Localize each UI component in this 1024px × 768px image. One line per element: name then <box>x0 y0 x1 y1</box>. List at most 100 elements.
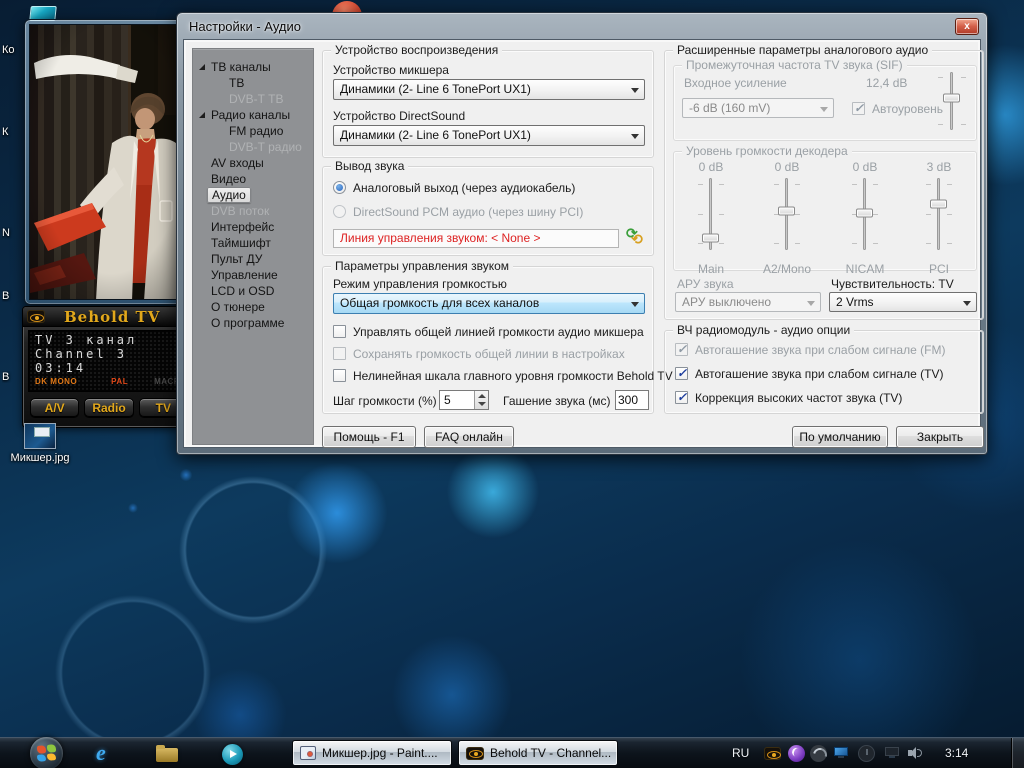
automute-fm-checkbox: Автогашение звука при слабом сигнале (FM… <box>675 343 945 357</box>
main-slider[interactable] <box>702 178 720 250</box>
close-button[interactable]: x <box>955 18 979 35</box>
decoder-db-value: 0 dB <box>830 160 900 174</box>
tray-network-icon[interactable] <box>833 745 850 762</box>
taskbar-button-paint[interactable]: Микшер.jpg - Paint.... <box>292 740 452 766</box>
tv-preview-window[interactable] <box>24 19 196 305</box>
behold-tv-skin-window[interactable]: Behold TV ≡≡ TV 3 канал Channel 3 03:14 … <box>22 306 194 428</box>
tree-item-lcd-osd[interactable]: LCD и OSD <box>193 283 313 299</box>
pci-slider[interactable] <box>930 178 948 250</box>
tree-item-fm-radio[interactable]: FM радио <box>193 123 313 139</box>
checkbox-icon <box>852 102 865 115</box>
tray-scheduler-icon[interactable] <box>858 745 875 762</box>
tree-item-radio-channels[interactable]: Радио каналы <box>193 107 313 123</box>
mixer-device-combo[interactable]: Динамики (2- Line 6 TonePort UX1) <box>333 79 645 100</box>
decoder-slider-name: Main <box>676 262 746 276</box>
mixer-jpg-desktop-icon[interactable] <box>24 423 56 449</box>
agc-combo: АРУ выключено <box>675 292 821 312</box>
group-sif: Промежуточная частота TV звука (SIF) Вхо… <box>673 65 977 141</box>
mute-time-spinner[interactable]: 300 <box>615 390 649 410</box>
tray-torrent-icon[interactable] <box>788 745 805 762</box>
expander-icon[interactable] <box>199 64 205 70</box>
tray-behold-tv-icon[interactable] <box>764 745 781 762</box>
decoder-slider-nicam: 0 dB NICAM <box>830 160 900 174</box>
tree-item-about-program[interactable]: О программе <box>193 315 313 331</box>
media-player-icon[interactable] <box>222 742 246 766</box>
desktop-icon-label[interactable]: Ко <box>2 44 22 56</box>
decoder-slider-name: NICAM <box>830 262 900 276</box>
tree-item-timeshift[interactable]: Таймшифт <box>193 235 313 251</box>
tree-item-about-tuner[interactable]: О тюнере <box>193 299 313 315</box>
agc-label: АРУ звука <box>677 277 734 291</box>
desktop-icon-label[interactable]: К <box>2 126 22 138</box>
help-button[interactable]: Помощь - F1 <box>322 426 416 448</box>
skin-av-button[interactable]: A/V <box>30 398 79 418</box>
spinner-arrows[interactable] <box>474 391 488 409</box>
decoder-db-value: 0 dB <box>676 160 746 174</box>
windows-logo-icon <box>37 744 56 762</box>
paint-icon <box>300 746 316 760</box>
windows-explorer-icon[interactable] <box>156 742 180 766</box>
checkbox-icon <box>675 391 688 404</box>
slider-handle[interactable] <box>702 234 719 243</box>
tree-item-audio[interactable]: Аудио <box>193 187 313 203</box>
tree-item-interface[interactable]: Интерфейс <box>193 219 313 235</box>
behold-tv-titlebar[interactable]: Behold TV ≡≡ <box>23 307 193 327</box>
a2mono-slider[interactable] <box>778 178 796 250</box>
slider-handle[interactable] <box>778 207 795 216</box>
sif-level-slider <box>942 72 962 130</box>
faq-button[interactable]: FAQ онлайн <box>424 426 514 448</box>
show-desktop-button[interactable] <box>1011 738 1024 768</box>
chevron-down-icon <box>807 301 815 306</box>
tree-item-dvbt-radio: DVB-T радио <box>193 139 313 155</box>
tv-video-frame[interactable] <box>29 24 191 300</box>
group-caption: Параметры управления звуком <box>331 259 513 273</box>
desktop-icon-label[interactable]: N <box>2 227 22 239</box>
expander-icon[interactable] <box>199 112 205 118</box>
volume-mode-label: Режим управления громкостью <box>333 277 507 291</box>
volume-mode-combo[interactable]: Общая громкость для всех каналов <box>333 293 645 314</box>
analog-output-radio[interactable]: Аналоговый выход (через аудиокабель) <box>333 181 575 195</box>
control-mixer-line-checkbox[interactable]: Управлять общей линией громкости аудио м… <box>333 325 644 339</box>
slider-track[interactable] <box>937 178 940 250</box>
volume-step-spinner[interactable]: 5 <box>439 390 489 410</box>
slider-handle[interactable] <box>930 199 947 208</box>
sensitivity-combo[interactable]: 2 Vrms <box>829 292 977 312</box>
group-caption: Уровень громкости декодера <box>682 144 852 158</box>
input-gain-label: Входное усиление <box>684 76 787 90</box>
group-rf-audio-options: ВЧ радиомодуль - аудио опции Автогашение… <box>664 330 984 414</box>
skin-radio-button[interactable]: Radio <box>84 398 133 418</box>
internet-explorer-icon[interactable]: e <box>96 742 120 766</box>
tree-item-video[interactable]: Видео <box>193 171 313 187</box>
tree-item-remote[interactable]: Пульт ДУ <box>193 251 313 267</box>
chevron-down-icon <box>631 134 639 139</box>
tv-picture <box>30 25 191 300</box>
slider-handle[interactable] <box>856 208 873 217</box>
tree-item-dvbt-tv: DVB-T ТВ <box>193 91 313 107</box>
tray-volume-icon[interactable] <box>906 745 923 762</box>
tray-display-icon[interactable] <box>884 745 901 762</box>
input-gain-combo: -6 dB (160 mV) <box>682 98 834 118</box>
tree-item-av-inputs[interactable]: AV входы <box>193 155 313 171</box>
tree-item-control[interactable]: Управление <box>193 267 313 283</box>
nonlinear-scale-checkbox[interactable]: Нелинейная шкала главного уровня громкос… <box>333 369 673 383</box>
start-button[interactable] <box>30 737 63 768</box>
desktop-icon-label[interactable]: В <box>2 371 22 383</box>
nicam-slider[interactable] <box>856 178 874 250</box>
close-dialog-button[interactable]: Закрыть <box>896 426 984 448</box>
tray-updater-icon[interactable] <box>810 745 827 762</box>
mixer-jpg-label[interactable]: Микшер.jpg <box>0 452 80 464</box>
checkbox-icon <box>333 369 346 382</box>
tree-item-dvb-stream: DVB поток <box>193 203 313 219</box>
refresh-line-icon[interactable]: ⟳⟲ <box>625 228 645 248</box>
tree-item-tv[interactable]: ТВ <box>193 75 313 91</box>
taskbar-button-behold-tv[interactable]: Behold TV - Channel... <box>458 740 618 766</box>
automute-tv-checkbox[interactable]: Автогашение звука при слабом сигнале (TV… <box>675 367 943 381</box>
tree-item-tv-channels[interactable]: ТВ каналы <box>193 59 313 75</box>
dialog-titlebar[interactable]: Настройки - Аудио x <box>177 13 987 39</box>
taskbar-clock[interactable]: 3:14 <box>945 746 968 760</box>
defaults-button[interactable]: По умолчанию <box>792 426 888 448</box>
hf-correction-checkbox[interactable]: Коррекция высоких частот звука (TV) <box>675 391 902 405</box>
language-indicator[interactable]: RU <box>732 746 749 760</box>
directsound-device-combo[interactable]: Динамики (2- Line 6 TonePort UX1) <box>333 125 645 146</box>
desktop-icon-label[interactable]: В <box>2 290 22 302</box>
